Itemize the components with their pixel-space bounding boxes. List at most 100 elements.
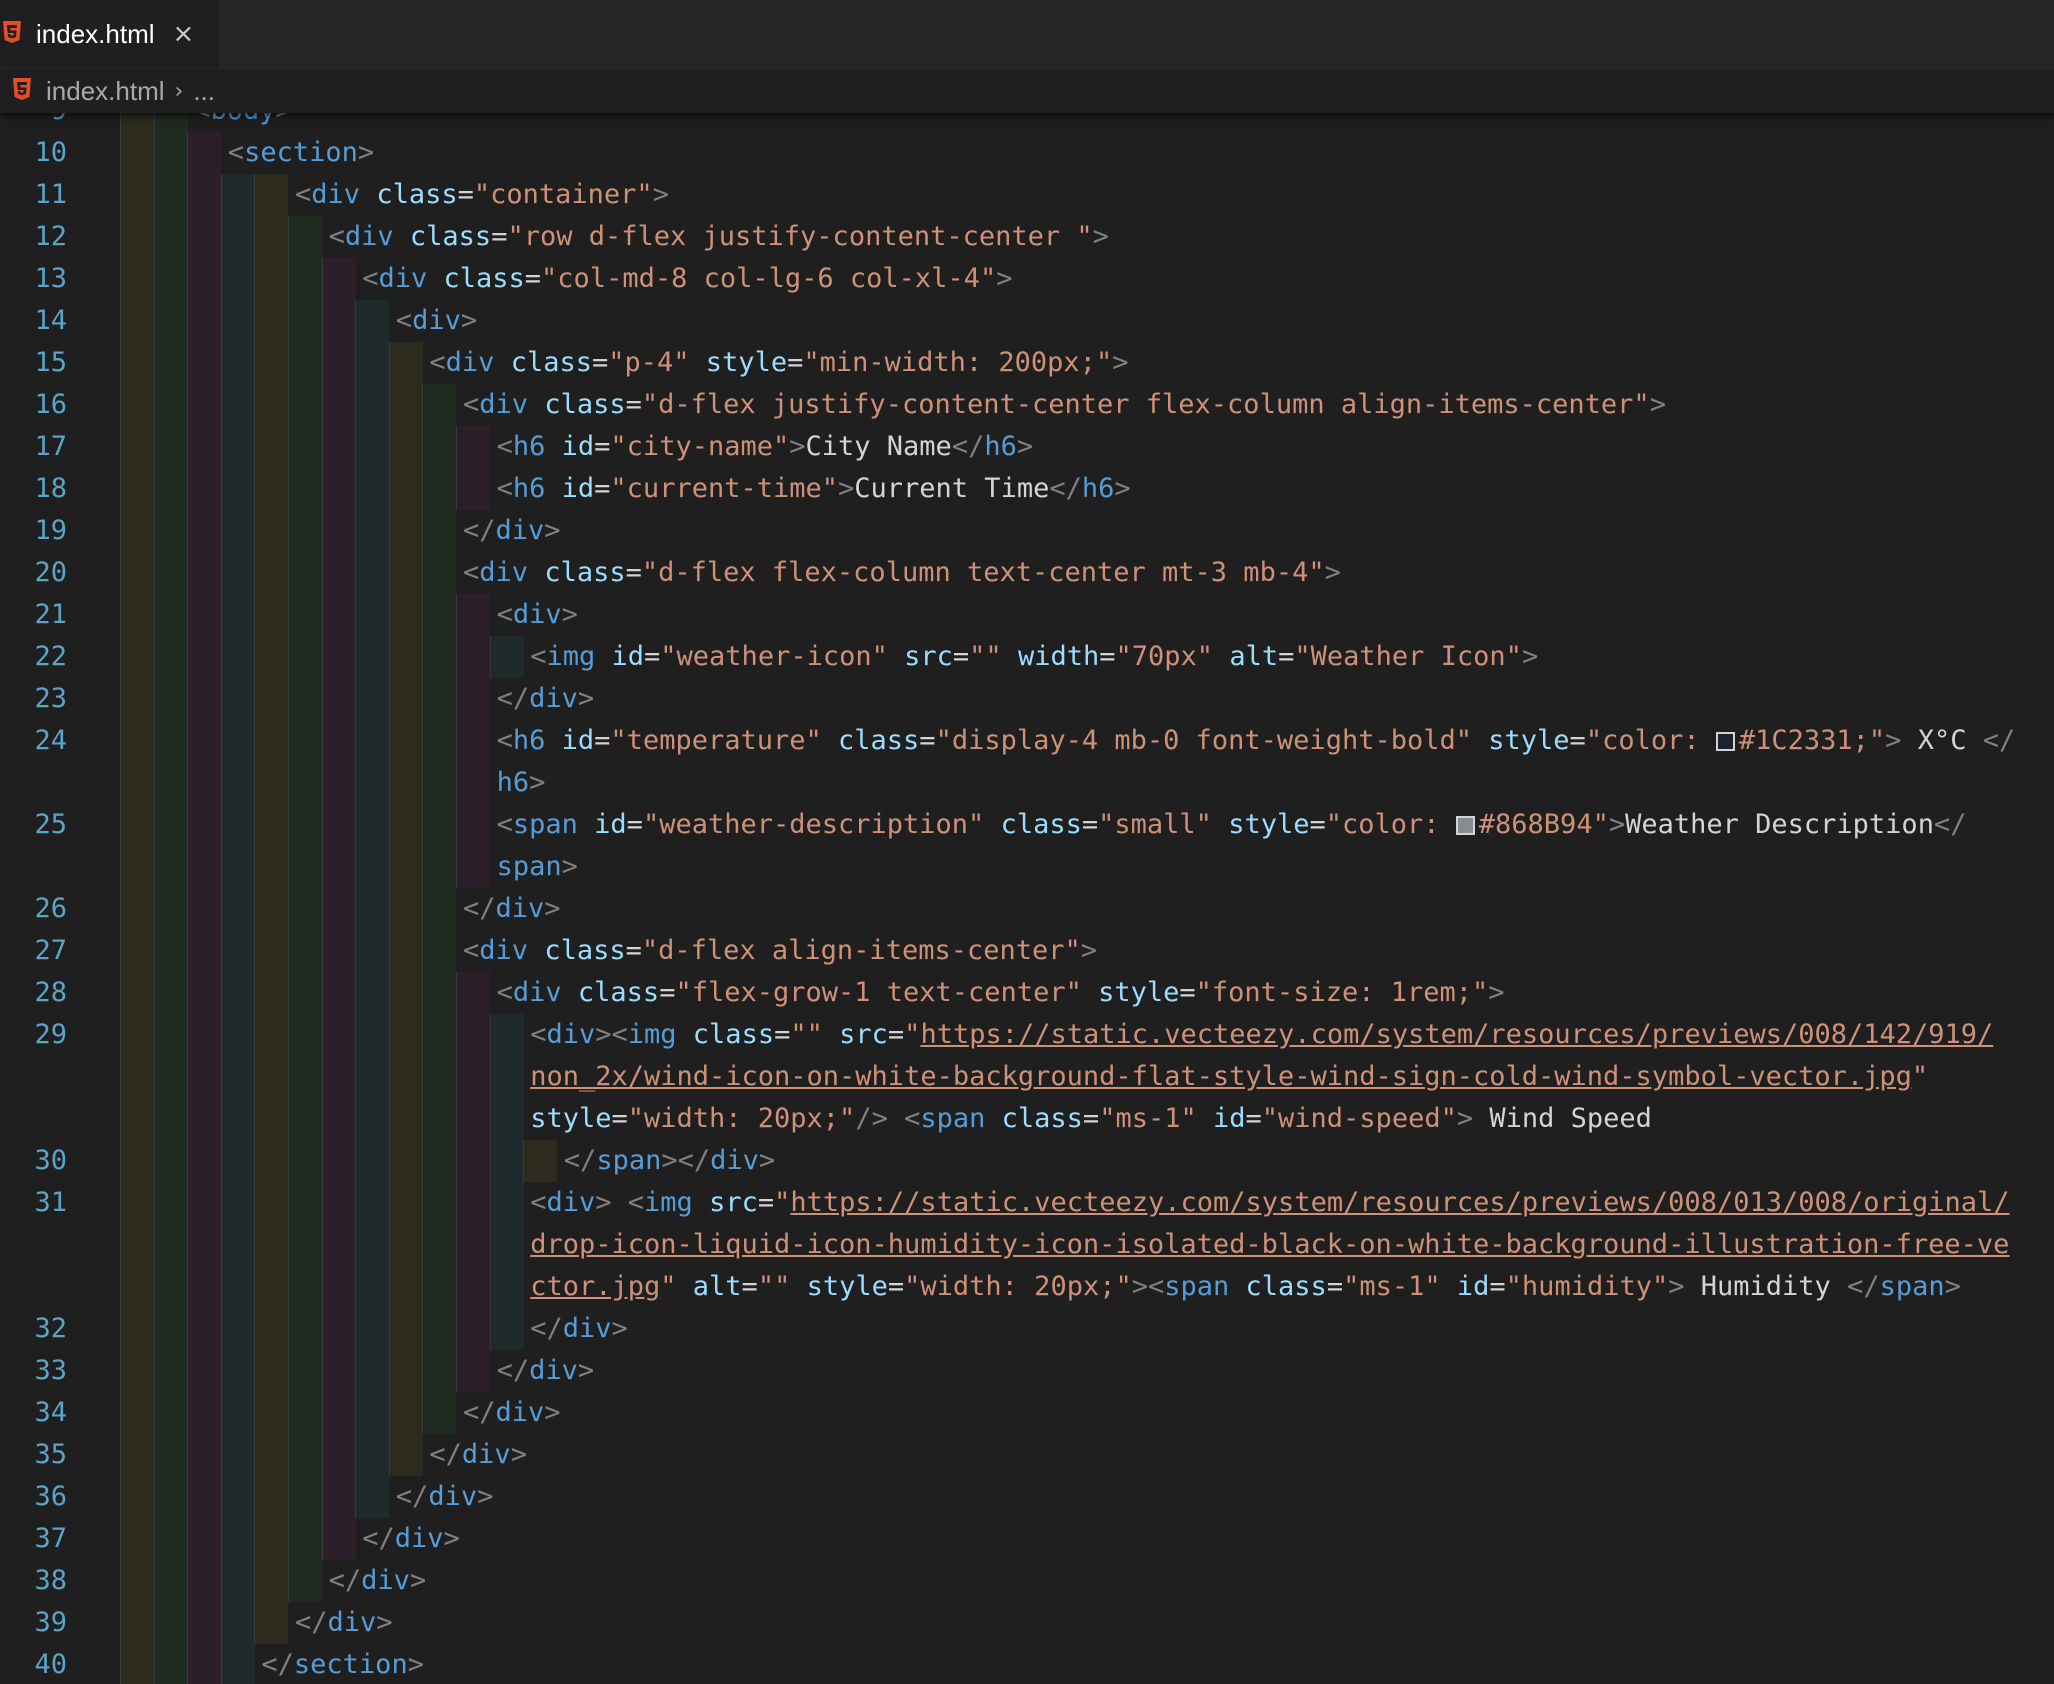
- indent-guide: [120, 762, 154, 804]
- indent-guide: [321, 1140, 356, 1182]
- code-line[interactable]: 18 <h6 id="current-time">Current Time</h6…: [0, 468, 2054, 510]
- code-line[interactable]: 11 <div class="container">: [0, 174, 2054, 216]
- code-line[interactable]: style="width: 20px;"/> <span class="ms-1…: [0, 1098, 2054, 1140]
- code-line[interactable]: h6>: [0, 762, 2054, 804]
- indent-guide: [120, 1266, 154, 1308]
- code-line[interactable]: non_2x/wind-icon-on-white-background-fla…: [0, 1056, 2054, 1098]
- code-line[interactable]: 29 <div><img class="" src="https://static…: [0, 1014, 2054, 1056]
- code-line[interactable]: 26 </div>: [0, 888, 2054, 930]
- code-line[interactable]: 14 <div>: [0, 300, 2054, 342]
- color-swatch[interactable]: [1455, 816, 1475, 835]
- indent-guide: [388, 1350, 423, 1392]
- color-swatch[interactable]: [1715, 732, 1735, 751]
- indent-guide: [153, 972, 188, 1014]
- code-line[interactable]: 19 </div>: [0, 510, 2054, 552]
- code-token: div: [461, 1439, 511, 1470]
- code-line[interactable]: 34 </div>: [0, 1392, 2054, 1434]
- indent-guide: [456, 1140, 490, 1182]
- code-text: <div class="col-md-8 col-lg-6 col-xl-4">: [362, 258, 1012, 300]
- code-line[interactable]: 10 <section>: [0, 132, 2054, 174]
- code-token: #1C2331;": [1738, 725, 1886, 756]
- indent-guide: [489, 1098, 524, 1140]
- code-editor[interactable]: 9<body>10<section>11<div class="containe…: [0, 113, 2054, 1684]
- code-token: div: [361, 1565, 410, 1596]
- code-token: "humidity": [1505, 1271, 1669, 1302]
- code-token: "wind-speed": [1261, 1103, 1457, 1134]
- indent-guide: [187, 1434, 222, 1476]
- line-number: 11: [34, 179, 67, 210]
- indent-guide: [153, 426, 188, 468]
- indent-guide: [120, 132, 154, 174]
- code-token: >: [510, 1439, 527, 1470]
- code-line[interactable]: 36 </div>: [0, 1476, 2054, 1518]
- code-line[interactable]: 30 </span></div>: [0, 1140, 2054, 1182]
- code-token: <: [530, 641, 547, 672]
- code-token: h6: [984, 431, 1017, 462]
- code-line[interactable]: 32 </div>: [0, 1308, 2054, 1350]
- code-token: id: [611, 641, 645, 672]
- code-line[interactable]: 15 <div class="p-4" style="min-width: 200…: [0, 342, 2054, 384]
- indent-guide: [254, 1224, 289, 1266]
- indent-guide: [254, 678, 289, 720]
- code-token: </: [496, 1355, 530, 1386]
- code-line[interactable]: 35 </div>: [0, 1434, 2054, 1476]
- indent-guide: [187, 1266, 222, 1308]
- indent-guide: [422, 1182, 457, 1224]
- indent-guide: [288, 762, 322, 804]
- indent-guide: [321, 1266, 356, 1308]
- code-line[interactable]: 17 <h6 id="city-name">City Name</h6>: [0, 426, 2054, 468]
- indent-guide: [254, 1098, 289, 1140]
- code-line[interactable]: span>: [0, 846, 2054, 888]
- indent-guide: [187, 1308, 222, 1350]
- code-text: </div>: [295, 1602, 393, 1644]
- code-token: "": [790, 1019, 823, 1050]
- code-line[interactable]: 20 <div class="d-flex flex-column text-ce…: [0, 552, 2054, 594]
- code-token: "weather-description": [642, 809, 985, 840]
- code-token: div: [344, 221, 394, 252]
- indent-guide: [355, 1434, 390, 1476]
- indent-guide: [187, 1056, 222, 1098]
- code-line[interactable]: 21 <div>: [0, 594, 2054, 636]
- code-line[interactable]: 31 <div> <img src="https://static.vecteez…: [0, 1182, 2054, 1224]
- code-token: class: [577, 977, 660, 1008]
- code-line[interactable]: 39 </div>: [0, 1602, 2054, 1644]
- code-line[interactable]: 16 <div class="d-flex justify-content-cen…: [0, 384, 2054, 426]
- indent-guide: [254, 1308, 289, 1350]
- code-line[interactable]: 13 <div class="col-md-8 col-lg-6 col-xl-4…: [0, 258, 2054, 300]
- code-line[interactable]: 28 <div class="flex-grow-1 text-center" s…: [0, 972, 2054, 1014]
- code-line[interactable]: 24 <h6 id="temperature" class="display-4 …: [0, 720, 2054, 762]
- indent-guide: [321, 1350, 356, 1392]
- tab-index-html[interactable]: index.html ×: [0, 0, 220, 68]
- breadcrumb-symbols[interactable]: ...: [193, 76, 215, 107]
- indent-guide: [187, 1098, 222, 1140]
- code-line[interactable]: 40 </section>: [0, 1644, 2054, 1684]
- code-line[interactable]: 27 <div class="d-flex align-items-center"…: [0, 930, 2054, 972]
- code-line[interactable]: drop-icon-liquid-icon-humidity-icon-isol…: [0, 1224, 2054, 1266]
- code-line[interactable]: 37 </div>: [0, 1518, 2054, 1560]
- code-token: <: [530, 1187, 547, 1218]
- code-line[interactable]: 23 </div>: [0, 678, 2054, 720]
- code-line[interactable]: 33 </div>: [0, 1350, 2054, 1392]
- code-line[interactable]: 9 <body>: [0, 113, 2054, 132]
- indent-guide: [254, 1434, 289, 1476]
- code-line[interactable]: 12 <div class="row d-flex justify-content…: [0, 216, 2054, 258]
- code-line[interactable]: 38 </div>: [0, 1560, 2054, 1602]
- code-text: span>: [497, 846, 578, 888]
- code-token: >: [652, 179, 669, 210]
- indent-guide: [422, 1266, 457, 1308]
- code-line[interactable]: 25 <span id="weather-description" class="…: [0, 804, 2054, 846]
- code-token: </: [563, 1145, 597, 1176]
- breadcrumb-file[interactable]: index.html: [46, 76, 165, 107]
- close-icon[interactable]: ×: [173, 19, 195, 49]
- code-token: >: [561, 851, 578, 882]
- code-token: =: [644, 641, 661, 672]
- code-line[interactable]: ctor.jpg" alt="" style="width: 20px;"><s…: [0, 1266, 2054, 1308]
- code-token: style: [705, 347, 788, 378]
- code-line[interactable]: 22 <img id="weather-icon" src="" width="7…: [0, 636, 2054, 678]
- indent-guide: [254, 1182, 289, 1224]
- code-token: div: [412, 305, 461, 336]
- indent-guide: [120, 552, 154, 594]
